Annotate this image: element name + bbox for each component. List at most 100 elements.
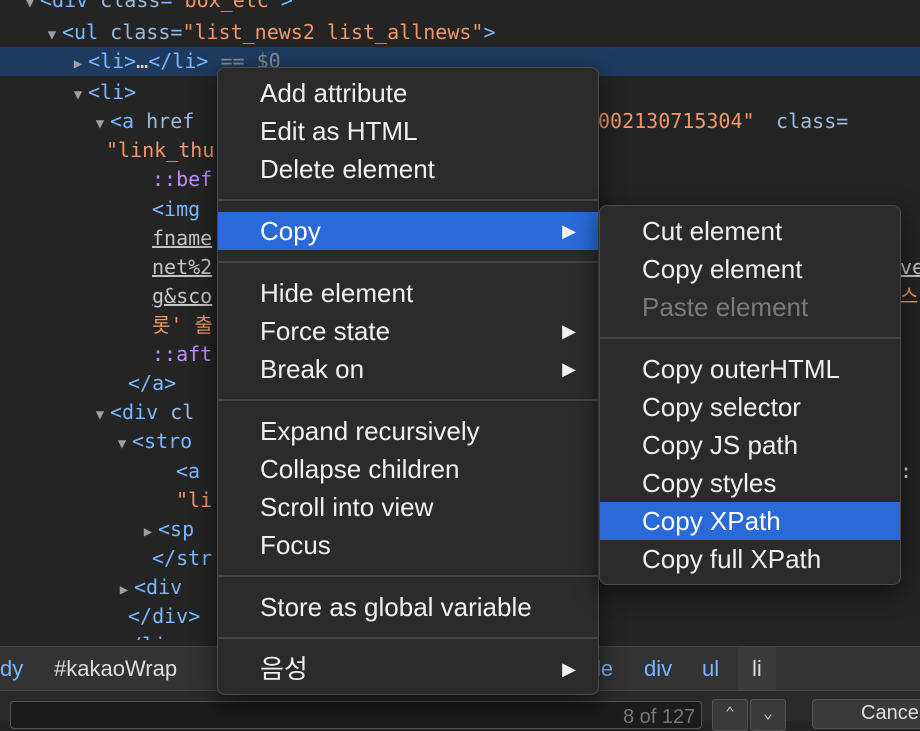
- code-fragment: :: [900, 459, 913, 483]
- expand-triangle-icon[interactable]: ▼: [112, 430, 132, 459]
- code-token: <sp: [158, 517, 195, 541]
- menu-item-label: Break on: [260, 354, 365, 384]
- crumb-div[interactable]: div: [644, 647, 672, 691]
- code-token: class: [110, 20, 171, 44]
- expand-triangle-icon[interactable]: ▼: [20, 0, 40, 18]
- tree-node-row[interactable]: ▼ <div class="box_etc">: [0, 0, 920, 15]
- menu-item-delete-element[interactable]: Delete element: [218, 150, 598, 188]
- code-token: >: [280, 0, 293, 12]
- class-attr-tail: class=: [764, 109, 849, 133]
- code-token: ::aft: [152, 342, 213, 366]
- menu-item-copy[interactable]: Copy ▶: [218, 212, 598, 250]
- collapsed-triangle-icon[interactable]: ▶: [114, 576, 134, 605]
- copy-submenu: Cut element Copy element Paste element Copy…: [599, 205, 901, 585]
- code-token: "link_thu: [106, 138, 215, 162]
- code-token: </a>: [128, 371, 177, 395]
- submenu-arrow-icon: ▶: [562, 359, 576, 379]
- menu-item-cut-element[interactable]: Cut element: [600, 212, 900, 250]
- expand-triangle-icon[interactable]: ▼: [90, 110, 110, 139]
- menu-item-label: Copy element: [642, 254, 803, 284]
- menu-item-break-on[interactable]: Break on ▶: [218, 350, 598, 388]
- menu-item-label: Copy selector: [642, 392, 801, 422]
- code-token: g&sco: [152, 284, 213, 308]
- chevron-up-icon: ⌃: [725, 703, 735, 722]
- menu-item-label: Copy outerHTML: [642, 354, 840, 384]
- menu-item-label: Copy full XPath: [642, 544, 822, 574]
- menu-item-copy-xpath[interactable]: Copy XPath: [600, 502, 900, 540]
- menu-separator: [218, 637, 598, 639]
- search-next-button[interactable]: ⌄: [750, 699, 786, 731]
- submenu-arrow-icon: ▶: [562, 659, 576, 679]
- tree-node-row[interactable]: ▼ <ul class="list_news2 list_allnews">: [0, 18, 920, 47]
- menu-item-label: Delete element: [260, 154, 435, 184]
- code-token: fname: [152, 226, 213, 250]
- search-prev-button[interactable]: ⌃: [712, 699, 748, 731]
- menu-item-copy-element[interactable]: Copy element: [600, 250, 900, 288]
- menu-item-expand-recursively[interactable]: Expand recursively: [218, 412, 598, 450]
- context-menu: Add attribute Edit as HTML Delete element C…: [217, 67, 599, 695]
- code-token: <ul: [62, 20, 111, 44]
- menu-item-add-attribute[interactable]: Add attribute: [218, 74, 598, 112]
- menu-item-label: Expand recursively: [260, 416, 480, 446]
- menu-separator: [600, 337, 900, 339]
- menu-item-voice[interactable]: 음성 ▶: [218, 650, 598, 688]
- menu-item-edit-as-html[interactable]: Edit as HTML: [218, 112, 598, 150]
- code-token: <a: [110, 109, 147, 133]
- cancel-button[interactable]: Cance: [812, 699, 920, 729]
- crumb-body[interactable]: dy: [0, 647, 23, 691]
- menu-item-label: Collapse children: [260, 454, 460, 484]
- menu-item-copy-selector[interactable]: Copy selector: [600, 388, 900, 426]
- menu-item-hide-element[interactable]: Hide element: [218, 274, 598, 312]
- href-value-tail: 002130715304": [598, 109, 755, 133]
- menu-item-copy-js-path[interactable]: Copy JS path: [600, 426, 900, 464]
- menu-item-copy-styles[interactable]: Copy styles: [600, 464, 900, 502]
- menu-item-focus[interactable]: Focus: [218, 526, 598, 564]
- menu-item-collapse-children[interactable]: Collapse children: [218, 450, 598, 488]
- code-token: <li>: [88, 80, 137, 104]
- collapsed-triangle-icon[interactable]: ▶: [68, 50, 88, 79]
- code-token: 롯' 출: [152, 313, 213, 337]
- menu-item-copy-full-xpath[interactable]: Copy full XPath: [600, 540, 900, 578]
- crumb-li[interactable]: li: [738, 647, 776, 691]
- code-token: </li>: [148, 49, 209, 73]
- code-token: <div: [134, 575, 195, 599]
- menu-item-label: Copy JS path: [642, 430, 799, 460]
- menu-item-force-state[interactable]: Force state ▶: [218, 312, 598, 350]
- code-token: "li: [176, 488, 213, 512]
- search-input[interactable]: 8 of 127: [10, 701, 702, 729]
- code-token: </li>: [118, 633, 178, 640]
- menu-item-label: Copy XPath: [642, 506, 781, 536]
- menu-item-copy-outerhtml[interactable]: Copy outerHTML: [600, 350, 900, 388]
- menu-separator: [218, 575, 598, 577]
- code-token: cl: [170, 400, 195, 424]
- crumb-kakaowrap[interactable]: #kakaoWrap: [54, 647, 177, 691]
- menu-item-label: Force state: [260, 316, 391, 346]
- code-token: href: [146, 109, 195, 133]
- code-fragment: 스: [900, 284, 919, 308]
- menu-item-label: Copy: [260, 216, 321, 246]
- menu-item-label: Add attribute: [260, 78, 408, 108]
- submenu-arrow-icon: ▶: [562, 321, 576, 341]
- expand-triangle-icon[interactable]: ▼: [42, 21, 62, 50]
- menu-item-store-as-global-variable[interactable]: Store as global variable: [218, 588, 598, 626]
- search-count: 8 of 127: [623, 706, 696, 728]
- code-token: <div: [110, 400, 171, 424]
- crumb-ul[interactable]: ul: [702, 647, 719, 691]
- code-token: …: [136, 49, 149, 73]
- menu-item-label: Focus: [260, 530, 331, 560]
- code-token: "list_news2 list_allnews": [182, 20, 484, 44]
- code-token: <img: [152, 197, 213, 221]
- menu-item-scroll-into-view[interactable]: Scroll into view: [218, 488, 598, 526]
- code-token: net%2: [152, 255, 213, 279]
- menu-item-label: Paste element: [642, 292, 809, 322]
- collapsed-triangle-icon[interactable]: ▶: [138, 518, 158, 547]
- menu-separator: [218, 261, 598, 263]
- expand-triangle-icon[interactable]: ▼: [90, 401, 110, 430]
- code-token: <li>: [88, 49, 137, 73]
- menu-separator: [218, 399, 598, 401]
- code-token: <div: [40, 0, 101, 12]
- expand-triangle-icon[interactable]: ▼: [68, 81, 88, 110]
- menu-item-label: Store as global variable: [260, 592, 532, 622]
- code-token: </div>: [128, 604, 201, 628]
- menu-item-label: Copy styles: [642, 468, 777, 498]
